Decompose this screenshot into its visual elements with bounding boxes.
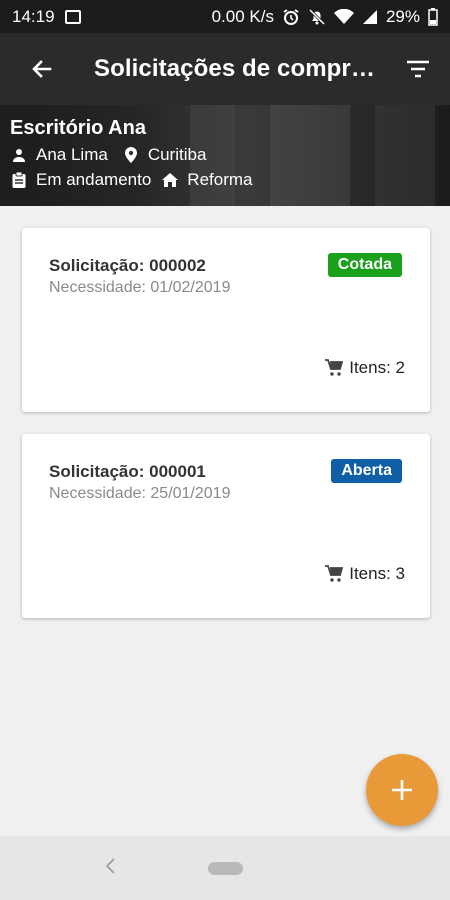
alarm-icon bbox=[282, 8, 300, 26]
signal-icon bbox=[362, 9, 378, 25]
network-speed: 0.00 K/s bbox=[211, 6, 274, 26]
person-icon bbox=[10, 146, 28, 164]
cart-icon bbox=[325, 565, 344, 582]
app-bar: Solicitações de compr… bbox=[0, 33, 450, 105]
add-request-button[interactable] bbox=[366, 754, 438, 826]
arrow-left-icon bbox=[32, 60, 52, 78]
system-nav-bar bbox=[0, 836, 450, 900]
project-status: Em andamento bbox=[36, 170, 152, 189]
system-home-button[interactable] bbox=[208, 862, 243, 875]
image-notification-icon bbox=[64, 9, 81, 24]
items-count: Itens: 2 bbox=[325, 358, 405, 378]
status-time: 14:19 bbox=[12, 6, 55, 26]
project-location: Curitiba bbox=[147, 145, 207, 164]
filter-icon bbox=[407, 60, 429, 78]
status-badge: Aberta bbox=[331, 459, 402, 483]
system-back-button[interactable] bbox=[104, 856, 116, 881]
back-button[interactable] bbox=[10, 33, 74, 105]
clipboard-icon bbox=[10, 171, 28, 189]
items-label: Itens: 3 bbox=[349, 564, 405, 583]
project-banner: Escritório Ana Ana Lima Curitiba Em anda… bbox=[0, 105, 450, 206]
chevron-left-icon bbox=[105, 858, 115, 874]
wifi-icon bbox=[333, 8, 354, 25]
page-title: Solicitações de compr… bbox=[94, 55, 375, 82]
filter-button[interactable] bbox=[390, 33, 446, 105]
request-card[interactable]: Solicitação: 000002 Necessidade: 01/02/2… bbox=[22, 228, 430, 412]
project-type: Reforma bbox=[187, 170, 253, 189]
request-need-date: Necessidade: 25/01/2019 bbox=[49, 485, 231, 502]
battery-level: 29% bbox=[385, 6, 420, 26]
items-label: Itens: 2 bbox=[349, 358, 405, 377]
request-card[interactable]: Solicitação: 000001 Necessidade: 25/01/2… bbox=[22, 434, 430, 618]
items-count: Itens: 3 bbox=[325, 564, 405, 584]
project-name: Escritório Ana bbox=[10, 117, 146, 139]
request-number: Solicitação: 000001 bbox=[49, 462, 206, 481]
home-icon bbox=[161, 171, 179, 189]
plus-icon bbox=[392, 780, 412, 800]
request-need-date: Necessidade: 01/02/2019 bbox=[49, 279, 231, 296]
project-owner: Ana Lima bbox=[36, 145, 108, 164]
mute-icon bbox=[308, 8, 326, 26]
cart-icon bbox=[325, 359, 344, 376]
status-badge: Cotada bbox=[327, 253, 402, 277]
status-bar: 14:19 0.00 K/s 29% bbox=[0, 0, 450, 33]
battery-icon bbox=[428, 7, 438, 26]
status-indicators: 0.00 K/s 29% bbox=[212, 7, 438, 27]
location-pin-icon bbox=[122, 146, 140, 164]
request-number: Solicitação: 000002 bbox=[49, 256, 206, 275]
